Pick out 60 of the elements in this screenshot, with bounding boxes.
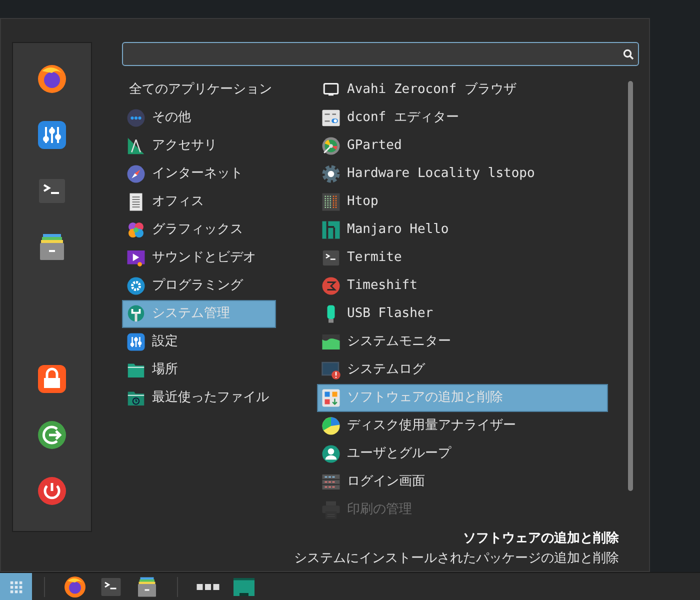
scrollbar[interactable] [628, 81, 633, 491]
app-item[interactable]: ユーザとグループ [317, 440, 608, 468]
app-item[interactable]: システムモニター [317, 328, 608, 356]
app-item[interactable]: Timeshift [317, 272, 608, 300]
compass-icon [126, 164, 146, 184]
app-item[interactable]: ディスク使用量アナライザー [317, 412, 608, 440]
server-icon [321, 472, 341, 492]
power-icon[interactable] [36, 475, 68, 507]
drafting-icon [126, 136, 146, 156]
printer-icon [321, 500, 341, 520]
gear-icon [126, 276, 146, 296]
wrench-icon [126, 304, 146, 324]
app-item[interactable]: Htop [317, 188, 608, 216]
category-item[interactable]: 場所 [122, 356, 276, 384]
settings-panel-icon [321, 108, 341, 128]
area-chart-icon [321, 332, 341, 352]
category-item[interactable]: その他 [122, 104, 276, 132]
app-item[interactable]: Avahi Zeroconf ブラウザ [317, 76, 608, 104]
lock-icon[interactable] [36, 363, 68, 395]
category-item[interactable]: インターネット [122, 160, 276, 188]
category-item[interactable]: グラフィックス [122, 216, 276, 244]
disk-icon [321, 136, 341, 156]
pie-chart-icon [321, 416, 341, 436]
browser-icon [63, 574, 87, 598]
category-item[interactable]: アクセサリ [122, 132, 276, 160]
app-item[interactable]: Hardware Locality lstopo [317, 160, 608, 188]
sliders-icon [126, 332, 146, 352]
app-item[interactable]: dconf エディター [317, 104, 608, 132]
bars-icon [321, 192, 341, 212]
search-icon [623, 48, 634, 60]
app-item[interactable]: ログイン画面 [317, 468, 608, 496]
category-item[interactable]: 最近使ったファイル [122, 384, 276, 412]
workspace-icon [196, 582, 220, 590]
dots-icon [126, 108, 146, 128]
category-item[interactable]: プログラミング [122, 272, 276, 300]
terminal-icon [321, 248, 341, 268]
description-title: ソフトウェアの追加と削除 [462, 530, 619, 548]
gear-icon [321, 164, 341, 184]
app-item[interactable]: GParted [317, 132, 608, 160]
flower-icon [126, 220, 146, 240]
grid-download-icon [321, 388, 341, 408]
app-item[interactable]: システムログ [317, 356, 608, 384]
app-item[interactable]: Termite [317, 244, 608, 272]
video-icon [126, 248, 146, 268]
sliders-icon[interactable] [36, 119, 68, 151]
emblem-icon [321, 276, 341, 296]
browser-icon[interactable] [36, 63, 68, 95]
app-item[interactable]: Manjaro Hello [317, 216, 608, 244]
blocks-icon [321, 220, 341, 240]
logout-icon[interactable] [36, 419, 68, 451]
category-item[interactable]: 設定 [122, 328, 276, 356]
app-item[interactable]: USB Flasher [317, 300, 608, 328]
category-item[interactable]: サウンドとビデオ [122, 244, 276, 272]
search-field[interactable] [122, 42, 639, 66]
warning-icon [321, 360, 341, 380]
category-item[interactable]: 全てのアプリケーション [122, 76, 276, 104]
drawer-icon [135, 574, 159, 598]
user-icon [321, 444, 341, 464]
category-item[interactable]: オフィス [122, 188, 276, 216]
description-text: システムにインストールされたパッケージの追加と削除 [294, 550, 619, 568]
